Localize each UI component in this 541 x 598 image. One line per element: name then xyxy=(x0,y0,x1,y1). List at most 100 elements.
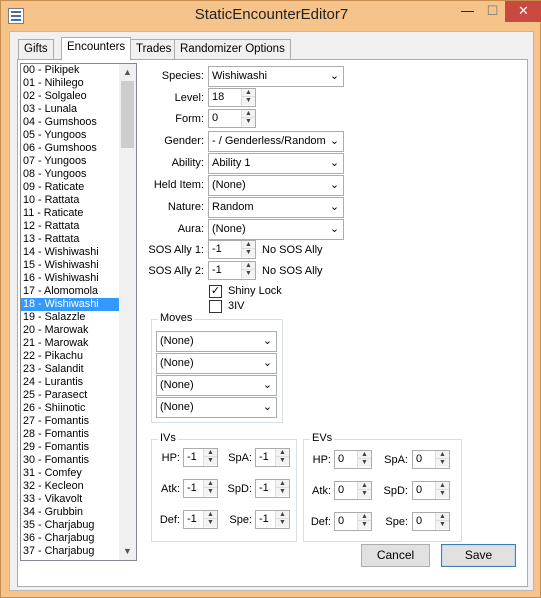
tab-encounters[interactable]: Encounters xyxy=(61,37,132,60)
aura-label: Aura: xyxy=(177,223,204,235)
iv-def-stepper[interactable]: -1 ▲ ▼ xyxy=(183,510,218,529)
move-1-value: (None) xyxy=(160,335,194,347)
encounter-listbox[interactable]: 00 - Pikipek 01 - Nihilego 02 - Solgaleo 03… xyxy=(20,63,137,561)
sos-ally-2-value: -1 xyxy=(212,264,222,276)
iv-def-spin-buttons[interactable]: ▲ ▼ xyxy=(203,511,217,528)
app-window: StaticEncounterEditor7 — ☐ ✕ Gifts Encou… xyxy=(0,0,541,598)
nature-value: Random xyxy=(212,201,254,213)
sos-ally-1-spin-buttons[interactable]: ▲ ▼ xyxy=(241,241,255,258)
close-icon[interactable]: ✕ xyxy=(505,1,541,22)
move-1-combo[interactable]: (None) ⌄ xyxy=(156,331,277,352)
form-spin-buttons[interactable]: ▲ ▼ xyxy=(241,110,255,127)
checkmark-icon[interactable]: ✓ xyxy=(209,285,222,298)
scroll-up-icon[interactable]: ▲ xyxy=(119,64,136,81)
chevron-down-icon: ⌄ xyxy=(262,401,273,413)
ev-atk-label: Atk: xyxy=(312,485,331,497)
level-stepper[interactable]: 18 ▲ ▼ xyxy=(208,88,256,107)
move-3-combo[interactable]: (None) ⌄ xyxy=(156,375,277,396)
tab-trades[interactable]: Trades xyxy=(130,39,178,59)
iv-spa-value: -1 xyxy=(259,451,269,463)
tab-randomizer-options[interactable]: Randomizer Options xyxy=(174,39,291,59)
ev-spe-spin-buttons[interactable]: ▲ ▼ xyxy=(435,513,449,530)
cancel-button[interactable]: Cancel xyxy=(361,544,430,567)
ev-hp-spin-buttons[interactable]: ▲ ▼ xyxy=(357,451,371,468)
iv-spd-spin-buttons[interactable]: ▲ ▼ xyxy=(275,480,289,497)
sos-ally-2-stepper[interactable]: -1 ▲ ▼ xyxy=(208,261,256,280)
ev-atk-value: 0 xyxy=(338,484,345,496)
ev-atk-stepper[interactable]: 0 ▲ ▼ xyxy=(334,481,372,500)
sos-ally-2-spin-buttons[interactable]: ▲ ▼ xyxy=(241,262,255,279)
nature-combo[interactable]: Random ⌄ xyxy=(208,197,344,218)
ev-spa-spin-buttons[interactable]: ▲ ▼ xyxy=(435,451,449,468)
iv-spe-stepper[interactable]: -1 ▲ ▼ xyxy=(255,510,290,529)
gender-value: - / Genderless/Random xyxy=(212,135,326,147)
chevron-down-icon: ⌄ xyxy=(329,223,340,235)
ev-spa-stepper[interactable]: 0 ▲ ▼ xyxy=(412,450,450,469)
aura-combo[interactable]: (None) ⌄ xyxy=(208,219,344,240)
tab-gifts[interactable]: Gifts xyxy=(18,39,54,59)
save-button[interactable]: Save xyxy=(441,544,516,567)
checkbox-box[interactable] xyxy=(209,300,222,313)
sos-ally-1-label: SOS Ally 1: xyxy=(148,244,204,256)
iv-hp-spin-buttons[interactable]: ▲ ▼ xyxy=(203,449,217,466)
chevron-down-icon: ⌄ xyxy=(262,357,273,369)
ev-spe-value: 0 xyxy=(416,515,423,527)
maximize-icon[interactable]: ☐ xyxy=(480,1,505,22)
iv-atk-stepper[interactable]: -1 ▲ ▼ xyxy=(183,479,218,498)
chevron-down-icon: ⌄ xyxy=(329,135,340,147)
ability-value: Ability 1 xyxy=(212,157,251,169)
ev-hp-stepper[interactable]: 0 ▲ ▼ xyxy=(334,450,372,469)
iv-hp-stepper[interactable]: -1 ▲ ▼ xyxy=(183,448,218,467)
ev-spe-label: Spe: xyxy=(385,516,408,528)
level-label: Level: xyxy=(174,92,204,104)
ev-hp-value: 0 xyxy=(338,453,345,465)
minimize-icon[interactable]: — xyxy=(455,1,480,22)
gender-combo[interactable]: - / Genderless/Random ⌄ xyxy=(208,131,344,152)
ev-spd-stepper[interactable]: 0 ▲ ▼ xyxy=(412,481,450,500)
ivs-title: IVs xyxy=(158,432,178,444)
scroll-down-icon[interactable]: ▼ xyxy=(119,543,136,560)
chevron-down-icon: ⌄ xyxy=(329,157,340,169)
level-spin-buttons[interactable]: ▲ ▼ xyxy=(241,89,255,106)
iv-spd-value: -1 xyxy=(259,482,269,494)
chevron-down-icon: ⌄ xyxy=(262,335,273,347)
iv-atk-value: -1 xyxy=(187,482,197,494)
nature-label: Nature: xyxy=(167,201,204,213)
title-bar[interactable]: StaticEncounterEditor7 — ☐ ✕ xyxy=(1,1,541,31)
sos-ally-1-stepper[interactable]: -1 ▲ ▼ xyxy=(208,240,256,259)
iv-hp-value: -1 xyxy=(187,451,197,463)
iv-spa-stepper[interactable]: -1 ▲ ▼ xyxy=(255,448,290,467)
ev-spe-stepper[interactable]: 0 ▲ ▼ xyxy=(412,512,450,531)
ev-spd-value: 0 xyxy=(416,484,423,496)
iv-spd-stepper[interactable]: -1 ▲ ▼ xyxy=(255,479,290,498)
ev-spa-value: 0 xyxy=(416,453,423,465)
move-2-combo[interactable]: (None) ⌄ xyxy=(156,353,277,374)
iv-atk-spin-buttons[interactable]: ▲ ▼ xyxy=(203,480,217,497)
sos-ally-2-label: SOS Ally 2: xyxy=(148,265,204,277)
ev-spd-spin-buttons[interactable]: ▲ ▼ xyxy=(435,482,449,499)
iv-spe-spin-buttons[interactable]: ▲ ▼ xyxy=(275,511,289,528)
iv-spe-value: -1 xyxy=(259,513,269,525)
ev-hp-label: HP: xyxy=(312,454,331,466)
ev-def-spin-buttons[interactable]: ▲ ▼ xyxy=(357,513,371,530)
list-scrollbar[interactable]: ▲ ▼ xyxy=(119,64,136,560)
sos-ally-2-desc: No SOS Ally xyxy=(262,265,323,277)
species-combo[interactable]: Wishiwashi ⌄ xyxy=(208,66,344,87)
held-item-label: Held Item: xyxy=(153,179,204,191)
held-item-combo[interactable]: (None) ⌄ xyxy=(208,175,344,196)
ev-def-stepper[interactable]: 0 ▲ ▼ xyxy=(334,512,372,531)
form-stepper[interactable]: 0 ▲ ▼ xyxy=(208,109,256,128)
move-4-combo[interactable]: (None) ⌄ xyxy=(156,397,277,418)
ev-atk-spin-buttons[interactable]: ▲ ▼ xyxy=(357,482,371,499)
move-3-value: (None) xyxy=(160,379,194,391)
aura-value: (None) xyxy=(212,223,246,235)
iv-spa-spin-buttons[interactable]: ▲ ▼ xyxy=(275,449,289,466)
ev-def-label: Def: xyxy=(310,516,331,528)
iv-spd-label: SpD: xyxy=(227,483,252,495)
iv-def-label: Def: xyxy=(159,514,180,526)
evs-title: EVs xyxy=(310,432,335,444)
scroll-thumb[interactable] xyxy=(121,81,134,148)
move-2-value: (None) xyxy=(160,357,194,369)
sos-ally-1-desc: No SOS Ally xyxy=(262,244,323,256)
ability-combo[interactable]: Ability 1 ⌄ xyxy=(208,153,344,174)
